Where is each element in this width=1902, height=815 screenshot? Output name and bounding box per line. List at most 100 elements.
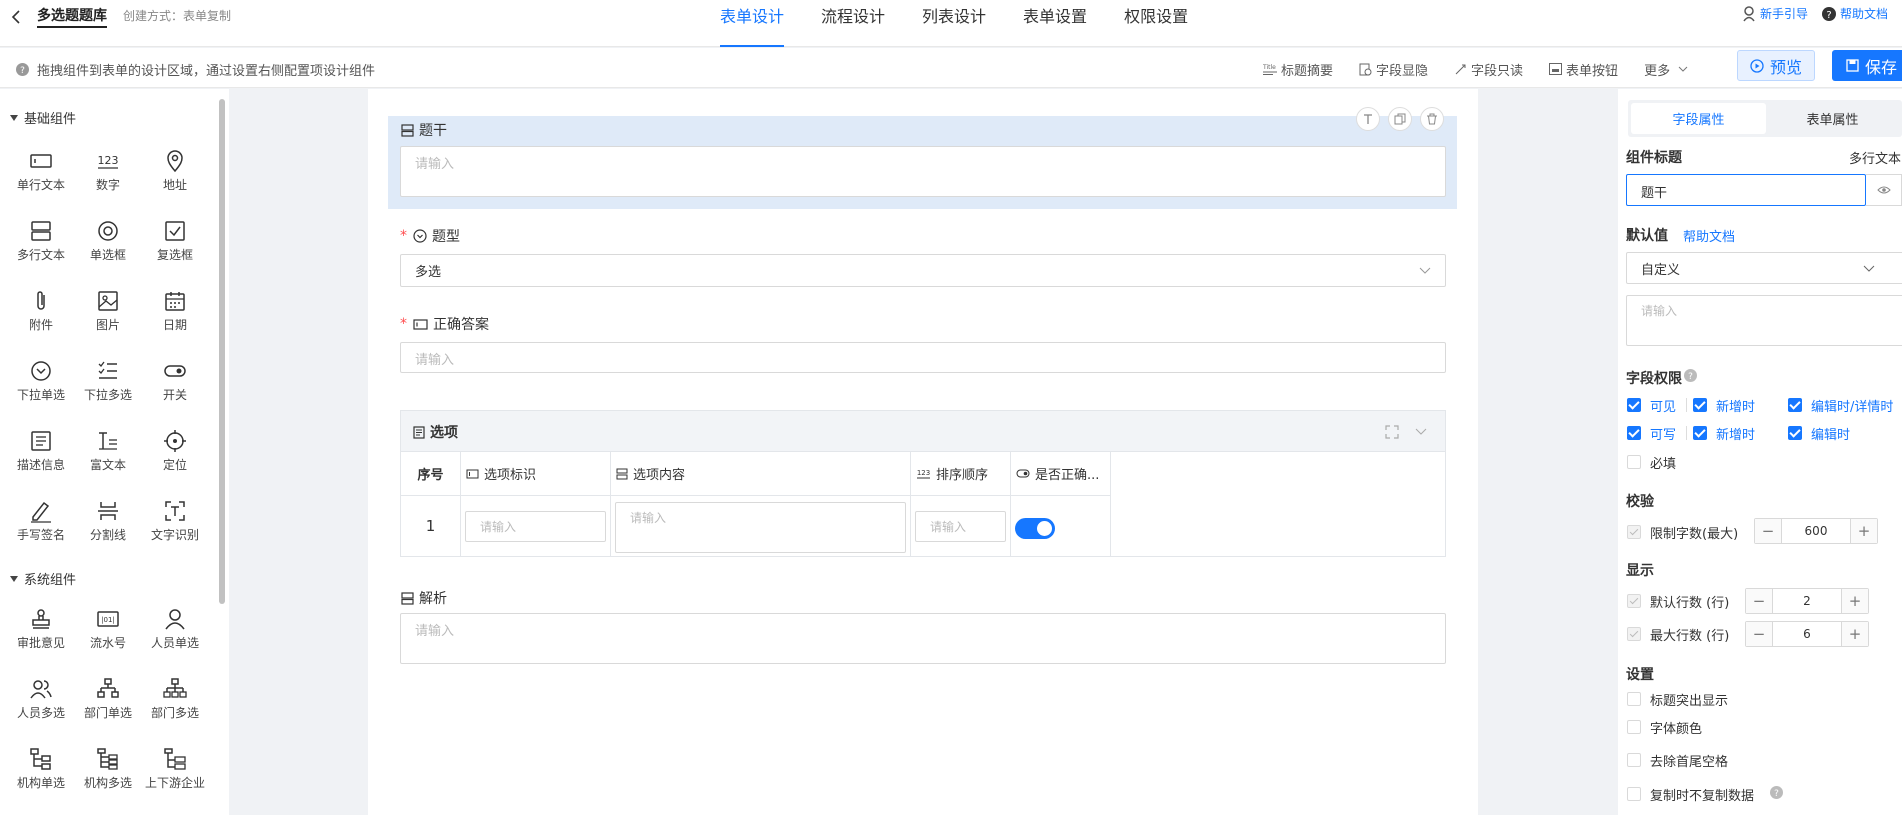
option-content-input[interactable]: 请输入 (615, 502, 906, 553)
tab-permission-settings[interactable]: 权限设置 (1124, 0, 1188, 47)
perm-visible-new-checkbox[interactable] (1693, 398, 1707, 412)
field-visibility-button[interactable]: 字段显隐 (1359, 60, 1428, 79)
limit-checkbox[interactable] (1627, 525, 1641, 539)
svg-text:|01|: |01| (101, 616, 115, 624)
no-copy-data-checkbox[interactable] (1627, 787, 1641, 801)
default-rows-decrement[interactable]: − (1746, 589, 1772, 613)
help-circle-icon[interactable]: ? (1770, 786, 1783, 799)
default-rows-increment[interactable]: + (1842, 589, 1868, 613)
description-icon (413, 425, 425, 439)
chevron-down-icon[interactable] (1415, 428, 1427, 435)
field-readonly-button[interactable]: 字段只读 (1454, 60, 1523, 79)
comp-attachment[interactable]: 附件 (11, 289, 71, 349)
more-dropdown[interactable]: 更多 (1644, 60, 1688, 79)
font-color-checkbox[interactable] (1627, 720, 1641, 734)
multi-line-text-icon (401, 123, 414, 137)
max-rows-checkbox[interactable] (1627, 627, 1641, 641)
trim-spaces-checkbox[interactable] (1627, 753, 1641, 767)
basic-components-title[interactable]: 基础组件 (10, 108, 76, 127)
comp-approval-opinion[interactable]: 审批意见 (11, 607, 71, 667)
comp-date[interactable]: 日期 (145, 289, 205, 349)
sidebar-scrollbar[interactable] (219, 99, 225, 604)
perm-writable-edit-checkbox[interactable] (1788, 426, 1802, 440)
delete-button[interactable] (1420, 107, 1444, 131)
text-format-button[interactable] (1356, 107, 1380, 131)
comp-org-single[interactable]: 机构单选 (11, 747, 71, 807)
max-rows-increment[interactable]: + (1842, 622, 1868, 646)
preview-button[interactable]: 预览 (1737, 50, 1815, 81)
comp-org-multi[interactable]: 机构多选 (78, 747, 138, 807)
type-select-value: 多选 (415, 265, 442, 280)
component-title-input[interactable]: 题干 (1626, 174, 1866, 206)
serial-number-icon: |01| (97, 611, 119, 627)
default-help-link[interactable]: 帮助文档 (1683, 226, 1735, 245)
highlight-title-checkbox[interactable] (1627, 692, 1641, 706)
title-visibility-toggle[interactable] (1866, 174, 1902, 206)
perm-visible-edit-checkbox[interactable] (1788, 398, 1802, 412)
type-label: * 题型 (400, 226, 460, 246)
back-icon[interactable] (8, 8, 26, 26)
perm-writable-checkbox[interactable] (1627, 426, 1641, 440)
answer-input[interactable]: 请输入 (400, 342, 1446, 373)
comp-image[interactable]: 图片 (78, 289, 138, 349)
tab-flow-design[interactable]: 流程设计 (821, 0, 885, 47)
comp-divider[interactable]: 分割线 (78, 499, 138, 559)
limit-value[interactable]: 600 (1781, 519, 1851, 543)
is-correct-toggle[interactable] (1015, 518, 1055, 539)
tab-form-settings[interactable]: 表单设置 (1023, 0, 1087, 47)
comp-signature[interactable]: 手写签名 (11, 499, 71, 559)
comp-checkbox[interactable]: 复选框 (145, 219, 205, 279)
fullscreen-icon[interactable] (1385, 425, 1399, 439)
comp-multi-line-text[interactable]: 多行文本 (11, 219, 71, 279)
perm-writable-label: 可写 (1650, 428, 1677, 443)
org-branch-icon (30, 748, 51, 770)
max-rows-value[interactable]: 6 (1772, 622, 1842, 646)
comp-ocr[interactable]: 文字识别 (145, 499, 205, 559)
comp-description[interactable]: 描述信息 (11, 429, 71, 489)
comp-single-line-text[interactable]: 单行文本 (11, 149, 71, 209)
comp-dropdown-multi[interactable]: 下拉多选 (78, 359, 138, 419)
default-rows-value[interactable]: 2 (1772, 589, 1842, 613)
comp-switch[interactable]: 开关 (145, 359, 205, 419)
help-circle-icon[interactable]: ? (1684, 369, 1697, 382)
comp-number[interactable]: 123 数字 (78, 149, 138, 209)
title-summary-button[interactable]: Title 标题摘要 (1263, 60, 1333, 79)
tab-form-design[interactable]: 表单设计 (720, 0, 785, 47)
comp-person-single[interactable]: 人员单选 (145, 607, 205, 667)
comp-address[interactable]: 地址 (145, 149, 205, 209)
help-link[interactable]: ? 帮助文档 (1821, 5, 1888, 22)
system-components-title[interactable]: 系统组件 (10, 569, 76, 588)
comp-enterprise-chain[interactable]: 上下游企业 (145, 747, 205, 807)
stem-textarea[interactable]: 请输入 (400, 146, 1446, 197)
sort-order-input[interactable]: 请输入 (915, 511, 1006, 542)
guide-link[interactable]: 新手引导 (1742, 5, 1808, 22)
comp-serial-number[interactable]: |01| 流水号 (78, 607, 138, 667)
save-button[interactable]: 保存 (1832, 50, 1902, 81)
field-readonly-icon (1455, 64, 1466, 74)
comp-person-multi[interactable]: 人员多选 (11, 677, 71, 737)
analysis-textarea[interactable]: 请输入 (400, 613, 1446, 664)
max-rows-decrement[interactable]: − (1746, 622, 1772, 646)
options-title: 选项 (413, 422, 458, 442)
comp-rich-text[interactable]: 富文本 (78, 429, 138, 489)
type-select[interactable]: 多选 (400, 254, 1446, 287)
tab-field-properties[interactable]: 字段属性 (1631, 103, 1766, 134)
option-key-input[interactable]: 请输入 (465, 511, 606, 542)
comp-dept-multi[interactable]: 部门多选 (145, 677, 205, 737)
limit-increment[interactable]: + (1851, 519, 1877, 543)
default-value-select[interactable]: 自定义 (1626, 252, 1902, 284)
perm-writable-new-checkbox[interactable] (1693, 426, 1707, 440)
comp-radio[interactable]: 单选框 (78, 219, 138, 279)
comp-dropdown-single[interactable]: 下拉单选 (11, 359, 71, 419)
copy-button[interactable] (1388, 107, 1412, 131)
limit-decrement[interactable]: − (1755, 519, 1781, 543)
default-value-textarea[interactable]: 请输入 (1626, 295, 1902, 346)
perm-visible-checkbox[interactable] (1627, 398, 1641, 412)
tab-form-properties[interactable]: 表单属性 (1766, 103, 1899, 134)
required-checkbox[interactable] (1627, 455, 1641, 469)
comp-location[interactable]: 定位 (145, 429, 205, 489)
default-rows-checkbox[interactable] (1627, 594, 1641, 608)
tab-list-design[interactable]: 列表设计 (922, 0, 986, 47)
comp-dept-single[interactable]: 部门单选 (78, 677, 138, 737)
form-buttons-button[interactable]: 表单按钮 (1549, 60, 1618, 79)
